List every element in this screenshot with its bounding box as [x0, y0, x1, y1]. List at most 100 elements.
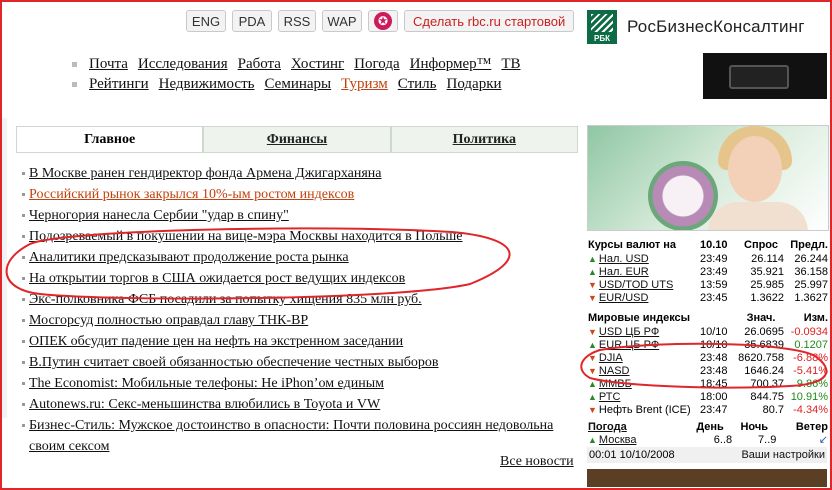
nav-link-tv[interactable]: ТВ	[501, 54, 520, 74]
eng-button[interactable]: ENG	[186, 10, 226, 32]
currency-link[interactable]: USD/TOD UTS	[599, 279, 673, 291]
nav-link-gifts[interactable]: Подарки	[447, 74, 502, 94]
banner-ad-device[interactable]	[703, 53, 827, 99]
device-display-icon	[729, 65, 789, 89]
currency-link[interactable]: Нал. EUR	[599, 266, 649, 278]
currency-link[interactable]: EUR/USD	[599, 292, 649, 304]
favorite-star-button[interactable]: ✪	[368, 10, 398, 32]
nav-link-style[interactable]: Стиль	[398, 74, 437, 94]
list-item: В.Путин считает своей обязанностью обесп…	[22, 352, 578, 373]
nav-row-2: Рейтинги Недвижимость Семинары Туризм Ст…	[72, 74, 521, 94]
table-row: NASD23:481646.24-5.41%	[588, 364, 828, 377]
nav-link-ratings[interactable]: Рейтинги	[89, 74, 149, 94]
index-link[interactable]: USD ЦБ РФ	[599, 326, 659, 338]
table-row: Нал. USD23:4926.11426.244	[588, 252, 828, 265]
list-item: Autonews.ru: Секс-меньшинства влюбились …	[22, 394, 578, 415]
table-row: ММВБ18:45700.379.86%	[588, 377, 828, 390]
table-row: EUR ЦБ РФ10/1035.68390.1207	[588, 338, 828, 351]
nav-row-1: Почта Исследования Работа Хостинг Погода…	[72, 54, 521, 74]
left-edge-strip	[2, 118, 7, 418]
currency-header: Курсы валют на 10.10 Спрос Предл.	[588, 239, 828, 251]
table-row: Нал. EUR23:4935.92136.158	[588, 265, 828, 278]
table-row: Москва 6..8 7..9 ↙	[588, 433, 828, 447]
news-link[interactable]: В.Путин считает своей обязанностью обесп…	[29, 352, 439, 373]
pda-button[interactable]: PDA	[232, 10, 272, 32]
list-item: Подозреваемый в покушении на вице-мэра М…	[22, 226, 578, 247]
news-link[interactable]: Аналитики предсказывают продолжение рост…	[29, 247, 349, 268]
news-link[interactable]: Черногория нанесла Сербии "удар в спину"	[29, 205, 289, 226]
settings-link[interactable]: Ваши настройки	[741, 449, 825, 461]
weather-link[interactable]: Погода	[588, 421, 627, 433]
list-item: Аналитики предсказывают продолжение рост…	[22, 247, 578, 268]
index-link[interactable]: ММВБ	[599, 378, 632, 390]
nav-link-realty[interactable]: Недвижимость	[159, 74, 255, 94]
table-row: РТС18:00844.7510.91%	[588, 390, 828, 403]
flower-bouquet-image	[648, 161, 718, 230]
wind-arrow-icon: ↙	[818, 434, 828, 446]
list-item: Мосгорсуд полностью оправдал главу ТНК-В…	[22, 310, 578, 331]
table-row: DJIA23:488620.758-6.88%	[588, 351, 828, 364]
index-link[interactable]: NASD	[599, 365, 630, 377]
rbc-logo-mark: РБК	[587, 10, 617, 44]
table-row: USD ЦБ РФ10/1026.0695-0.0934	[588, 325, 828, 338]
index-link[interactable]: EUR ЦБ РФ	[599, 339, 659, 351]
list-item: На открытии торгов в США ожидается рост …	[22, 268, 578, 289]
table-row: EUR/USD23:451.36221.3627	[588, 291, 828, 304]
list-item: Бизнес-Стиль: Мужское достоинство в опас…	[22, 415, 578, 457]
index-link[interactable]: РТС	[599, 391, 621, 403]
news-link[interactable]: Бизнес-Стиль: Мужское достоинство в опас…	[29, 415, 578, 457]
main-nav: Почта Исследования Работа Хостинг Погода…	[72, 54, 521, 94]
news-link[interactable]: Мосгорсуд полностью оправдал главу ТНК-В…	[29, 310, 308, 331]
list-item: Российский рынок закрылся 10%-ым ростом …	[22, 184, 578, 205]
nav-link-seminars[interactable]: Семинары	[264, 74, 331, 94]
rss-button[interactable]: RSS	[278, 10, 316, 32]
nav-link-research[interactable]: Исследования	[138, 54, 228, 74]
tab-finance-label[interactable]: Финансы	[267, 132, 327, 148]
all-news-link[interactable]: Все новости	[500, 454, 574, 470]
list-item: Черногория нанесла Сербии "удар в спину"	[22, 205, 578, 226]
ad-photo[interactable]	[587, 125, 829, 231]
index-label: Нефть Brent (ICE)	[588, 403, 700, 416]
nav-link-mail[interactable]: Почта	[89, 54, 128, 74]
nav-link-hosting[interactable]: Хостинг	[291, 54, 344, 74]
news-link[interactable]: The Economist: Мобильные телефоны: Не iP…	[29, 373, 384, 394]
nav-bullet	[72, 81, 77, 87]
news-link[interactable]: Российский рынок закрылся 10%-ым ростом …	[29, 184, 354, 205]
tab-politics-label[interactable]: Политика	[453, 132, 516, 148]
nav-bullet	[72, 61, 77, 67]
currency-link[interactable]: Нал. USD	[599, 253, 649, 265]
make-startpage-button[interactable]: Сделать rbc.ru стартовой	[404, 10, 575, 32]
table-row: Нефть Brent (ICE)23:4780.7-4.34%	[588, 403, 828, 416]
news-link[interactable]: Подозреваемый в покушении на вице-мэра М…	[29, 226, 463, 247]
news-link[interactable]: Autonews.ru: Секс-меньшинства влюбились …	[29, 394, 380, 415]
widget-footer: 00:01 10/10/2008 Ваши настройки	[587, 447, 827, 463]
tab-main[interactable]: Главное	[16, 126, 204, 152]
rbc-logo[interactable]: РБК РосБизнесКонсалтинг	[587, 10, 805, 44]
city-link[interactable]: Москва	[599, 434, 637, 446]
tab-politics[interactable]: Политика	[390, 126, 578, 152]
news-link[interactable]: На открытии торгов в США ожидается рост …	[29, 268, 405, 289]
logo-name: РосБизнесКонсалтинг	[627, 17, 805, 36]
list-item: ОПЕК обсудит падение цен на нефть на экс…	[22, 331, 578, 352]
list-item: Экс-полковника ФСБ посадили за попытку х…	[22, 289, 578, 310]
tab-finance[interactable]: Финансы	[203, 126, 391, 152]
weather-widget: Погода День Ночь Ветер Москва 6..8 7..9 …	[588, 421, 828, 446]
news-link[interactable]: ОПЕК обсудит падение цен на нефть на экс…	[29, 331, 403, 352]
woman-portrait-image	[728, 136, 782, 202]
index-link[interactable]: DJIA	[599, 352, 623, 364]
wap-button[interactable]: WAP	[322, 10, 362, 32]
news-link[interactable]: Экс-полковника ФСБ посадили за попытку х…	[29, 289, 422, 310]
nav-link-informer[interactable]: Информер™	[410, 54, 492, 74]
bottom-banner[interactable]	[587, 469, 827, 487]
nav-link-weather[interactable]: Погода	[354, 54, 399, 74]
top-button-bar: ENG PDA RSS WAP ✪ Сделать rbc.ru стартов…	[186, 10, 575, 32]
nav-link-tourism[interactable]: Туризм	[341, 74, 388, 94]
star-icon: ✪	[374, 12, 392, 30]
news-link[interactable]: В Москве ранен гендиректор фонда Армена …	[29, 163, 382, 184]
nav-link-jobs[interactable]: Работа	[238, 54, 281, 74]
news-tabs: Главное Финансы Политика	[16, 126, 578, 152]
list-item: The Economist: Мобильные телефоны: Не iP…	[22, 373, 578, 394]
tab-divider	[16, 152, 578, 153]
news-list: В Москве ранен гендиректор фонда Армена …	[22, 163, 578, 457]
list-item: В Москве ранен гендиректор фонда Армена …	[22, 163, 578, 184]
